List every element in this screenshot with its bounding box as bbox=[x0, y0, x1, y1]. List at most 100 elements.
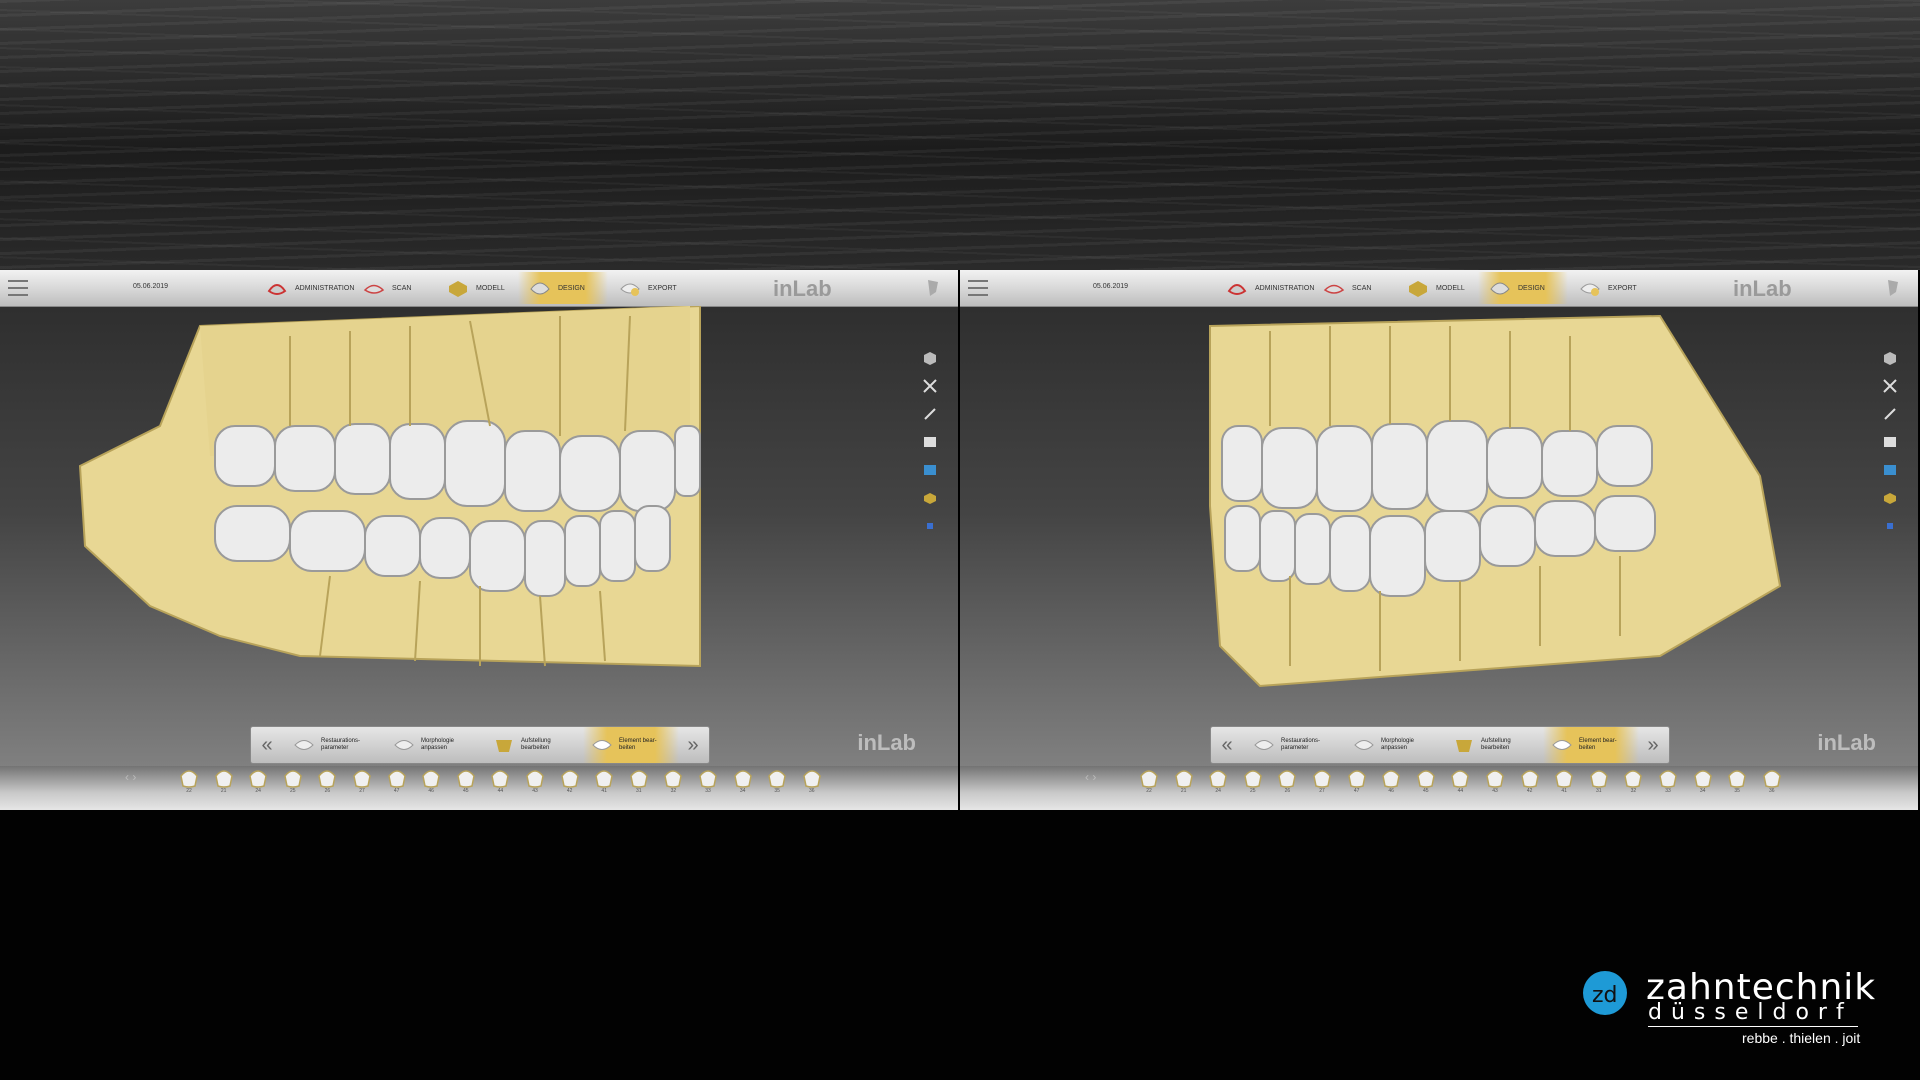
tooth-button[interactable]: 21 bbox=[213, 768, 235, 796]
tooth-button[interactable]: 21 bbox=[1173, 768, 1195, 796]
tooth-number: 24 bbox=[1215, 788, 1221, 794]
tooth-button[interactable]: 46 bbox=[420, 768, 442, 796]
workflow-restoration-parameter[interactable]: Restaurations- parameter bbox=[1253, 727, 1349, 763]
tooth-button[interactable]: 42 bbox=[1519, 768, 1541, 796]
screen-icon[interactable] bbox=[1882, 462, 1898, 478]
hint-icon[interactable] bbox=[1886, 278, 1900, 298]
workflow-arrangement[interactable]: Aufstellung bearbeiten bbox=[493, 727, 589, 763]
tooth-button[interactable]: 47 bbox=[386, 768, 408, 796]
tooth-button[interactable]: 27 bbox=[351, 768, 373, 796]
tooth-selection-bar: ‹ › 22 21 24 25 26 27 47 46 45 44 43 42 41 31 32 33 34 35… bbox=[0, 766, 958, 810]
step-administration[interactable]: ADMINISTRATION bbox=[1225, 272, 1315, 304]
tooth-button[interactable]: 31 bbox=[628, 768, 650, 796]
step-administration[interactable]: ADMINISTRATION bbox=[265, 272, 355, 304]
tooth-button[interactable]: 41 bbox=[593, 768, 615, 796]
layer-icon[interactable] bbox=[1882, 518, 1898, 534]
step-model[interactable]: MODELL bbox=[446, 272, 506, 304]
tools-icon[interactable] bbox=[1882, 378, 1898, 394]
tooth-button[interactable]: 36 bbox=[801, 768, 823, 796]
tooth-button[interactable]: 24 bbox=[1207, 768, 1229, 796]
tooth-button[interactable]: 42 bbox=[559, 768, 581, 796]
workflow-prev-button[interactable]: « bbox=[255, 735, 279, 755]
tooth-number: 33 bbox=[705, 788, 711, 794]
tooth-button[interactable]: 34 bbox=[732, 768, 754, 796]
tools-icon[interactable] bbox=[922, 378, 938, 394]
tooth-button[interactable]: 44 bbox=[489, 768, 511, 796]
tooth-number: 32 bbox=[670, 788, 677, 794]
step-scan[interactable]: SCAN bbox=[362, 272, 422, 304]
screen-icon[interactable] bbox=[922, 462, 938, 478]
cube-view-icon[interactable] bbox=[1882, 350, 1898, 366]
tooth-icon bbox=[353, 770, 371, 788]
cube-view-icon[interactable] bbox=[922, 350, 938, 366]
tooth-button[interactable]: 44 bbox=[1449, 768, 1471, 796]
step-scan[interactable]: SCAN bbox=[1322, 272, 1382, 304]
workflow-morphology[interactable]: Morphologie anpassen bbox=[1353, 727, 1449, 763]
tooth-button[interactable]: 24 bbox=[247, 768, 269, 796]
tooth-button[interactable]: 22 bbox=[1138, 768, 1160, 796]
tooth-button[interactable]: 32 bbox=[662, 768, 684, 796]
tooth-button[interactable]: 35 bbox=[1726, 768, 1748, 796]
tooth-icon bbox=[1347, 770, 1366, 788]
tooth-button[interactable]: 26 bbox=[1276, 768, 1298, 796]
library-icon[interactable] bbox=[922, 434, 938, 450]
workflow-morphology[interactable]: Morphologie anpassen bbox=[393, 727, 489, 763]
scroll-arrows-icon[interactable]: ‹ › bbox=[125, 770, 155, 786]
3d-viewport[interactable] bbox=[960, 306, 1918, 734]
tooth-button[interactable]: 25 bbox=[282, 768, 304, 796]
tooth-button[interactable]: 47 bbox=[1346, 768, 1368, 796]
tooth-button[interactable]: 46 bbox=[1380, 768, 1402, 796]
workflow-restoration-parameter[interactable]: Restaurations- parameter bbox=[293, 727, 389, 763]
tooth-button[interactable]: 33 bbox=[1657, 768, 1679, 796]
screenshot-left: 05.06.2019 ADMINISTRATION SCAN MODELL DE… bbox=[0, 270, 958, 810]
step-export[interactable]: EXPORT bbox=[1578, 272, 1648, 304]
step-export[interactable]: EXPORT bbox=[618, 272, 688, 304]
workflow-next-button[interactable]: » bbox=[681, 735, 705, 755]
dental-model bbox=[78, 306, 701, 668]
tooth-icon bbox=[1520, 770, 1539, 788]
design-icon bbox=[1488, 277, 1512, 299]
tooth-number: 35 bbox=[1734, 788, 1740, 794]
tooth-button[interactable]: 22 bbox=[178, 768, 200, 796]
tooth-button[interactable]: 45 bbox=[1415, 768, 1437, 796]
scroll-arrows-icon[interactable]: ‹ › bbox=[1085, 770, 1115, 786]
workflow-element-edit[interactable]: Element bear- beiten bbox=[583, 727, 679, 763]
tooth-button[interactable]: 27 bbox=[1311, 768, 1333, 796]
arrangement-icon bbox=[493, 736, 515, 754]
tooth-button[interactable]: 25 bbox=[1242, 768, 1264, 796]
tooth-button[interactable]: 34 bbox=[1692, 768, 1714, 796]
step-design[interactable]: DESIGN bbox=[1478, 272, 1568, 304]
model-tool-icon[interactable] bbox=[922, 490, 938, 506]
tooth-button[interactable]: 41 bbox=[1553, 768, 1575, 796]
step-model[interactable]: MODELL bbox=[1406, 272, 1466, 304]
workflow-element-edit[interactable]: Element bear- beiten bbox=[1543, 727, 1639, 763]
hint-icon[interactable] bbox=[926, 278, 940, 298]
brush-icon[interactable] bbox=[1882, 406, 1898, 422]
tooth-button[interactable]: 26 bbox=[316, 768, 338, 796]
tooth-button[interactable]: 45 bbox=[455, 768, 477, 796]
inlab-watermark: inLab bbox=[857, 730, 916, 755]
tooth-button[interactable]: 32 bbox=[1622, 768, 1644, 796]
library-icon[interactable] bbox=[1882, 434, 1898, 450]
tooth-button[interactable]: 43 bbox=[1484, 768, 1506, 796]
tooth-button[interactable]: 43 bbox=[524, 768, 546, 796]
model-tool-icon[interactable] bbox=[1882, 490, 1898, 506]
tooth-button[interactable]: 35 bbox=[766, 768, 788, 796]
tooth-number: 36 bbox=[1769, 788, 1775, 794]
step-design[interactable]: DESIGN bbox=[518, 272, 608, 304]
workflow-prev-button[interactable]: « bbox=[1215, 735, 1239, 755]
tooth-button[interactable]: 36 bbox=[1761, 768, 1783, 796]
tooth-button[interactable]: 31 bbox=[1588, 768, 1610, 796]
tooth-number: 25 bbox=[290, 788, 296, 794]
brand-logo: inLab bbox=[773, 276, 832, 301]
menu-icon[interactable] bbox=[968, 280, 988, 296]
brush-icon[interactable] bbox=[922, 406, 938, 422]
background-sky bbox=[0, 0, 1920, 270]
tooth-button[interactable]: 33 bbox=[697, 768, 719, 796]
workflow-next-button[interactable]: » bbox=[1641, 735, 1665, 755]
menu-icon[interactable] bbox=[8, 280, 28, 296]
layer-icon[interactable] bbox=[922, 518, 938, 534]
workflow-arrangement[interactable]: Aufstellung bearbeiten bbox=[1453, 727, 1549, 763]
tooth-icon bbox=[1486, 770, 1504, 788]
3d-viewport[interactable] bbox=[0, 306, 958, 734]
